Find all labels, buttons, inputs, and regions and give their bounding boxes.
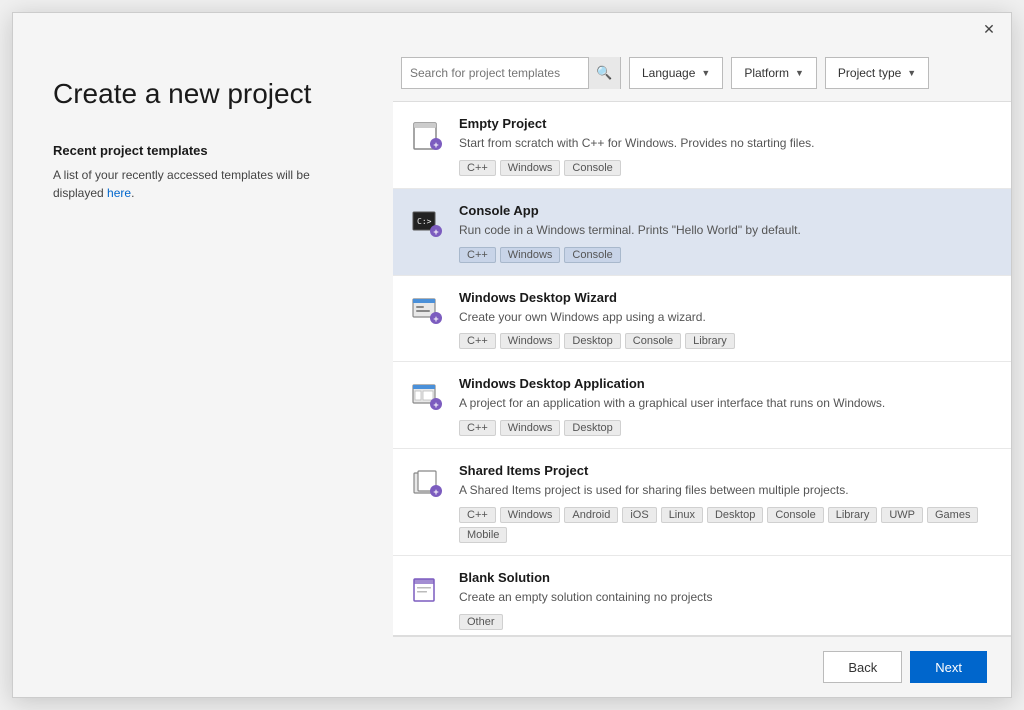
- template-desc: Create your own Windows app using a wiza…: [459, 309, 995, 326]
- template-desc: Start from scratch with C++ for Windows.…: [459, 135, 995, 152]
- template-item[interactable]: + Shared Items Project A Shared Items pro…: [393, 449, 1011, 556]
- tag: Linux: [661, 507, 703, 523]
- recent-desc: A list of your recently accessed templat…: [53, 166, 361, 202]
- template-desc: A project for an application with a grap…: [459, 395, 995, 412]
- tag: C++: [459, 247, 496, 263]
- svg-text:+: +: [433, 487, 438, 497]
- tag: Android: [564, 507, 618, 523]
- search-icon: 🔍: [596, 65, 612, 81]
- template-info: Windows Desktop Wizard Create your own Wi…: [459, 290, 995, 350]
- tag: C++: [459, 160, 496, 176]
- tag: Desktop: [564, 420, 620, 436]
- template-item[interactable]: + Windows Desktop Application A project f…: [393, 362, 1011, 449]
- template-name: Shared Items Project: [459, 463, 995, 478]
- template-desc: Create an empty solution containing no p…: [459, 589, 995, 606]
- main-window: ✕ Create a new project Recent project te…: [12, 12, 1012, 698]
- tag: Windows: [500, 507, 561, 523]
- tag: Console: [564, 247, 620, 263]
- footer: Back Next: [393, 636, 1011, 697]
- platform-label: Platform: [744, 66, 789, 80]
- tag: Console: [767, 507, 823, 523]
- tag: Library: [828, 507, 878, 523]
- language-chevron-icon: ▼: [701, 68, 710, 78]
- template-item[interactable]: + Empty Project Start from scratch with C…: [393, 102, 1011, 189]
- template-name: Windows Desktop Wizard: [459, 290, 995, 305]
- template-tags: C++WindowsConsole: [459, 247, 995, 263]
- template-icon: +: [409, 292, 445, 328]
- template-icon: [409, 572, 445, 608]
- template-name: Blank Solution: [459, 570, 995, 585]
- template-item[interactable]: C:> + Console App Run code in a Windows t…: [393, 189, 1011, 276]
- template-icon: +: [409, 465, 445, 501]
- language-label: Language: [642, 66, 695, 80]
- recent-heading: Recent project templates: [53, 143, 361, 158]
- template-tags: Other: [459, 614, 995, 630]
- template-tags: C++WindowsAndroidiOS LinuxDesktopConsole L…: [459, 507, 995, 543]
- left-panel: Create a new project Recent project temp…: [13, 45, 393, 697]
- tag: Other: [459, 614, 503, 630]
- title-bar: ✕: [13, 13, 1011, 45]
- template-info: Blank Solution Create an empty solution c…: [459, 570, 995, 630]
- svg-text:+: +: [433, 314, 438, 324]
- tag: Desktop: [564, 333, 620, 349]
- project-type-chevron-icon: ▼: [907, 68, 916, 78]
- project-type-label: Project type: [838, 66, 901, 80]
- close-button[interactable]: ✕: [975, 15, 1003, 43]
- template-icon: +: [409, 378, 445, 414]
- platform-chevron-icon: ▼: [795, 68, 804, 78]
- platform-dropdown[interactable]: Platform ▼: [731, 57, 817, 89]
- svg-text:+: +: [433, 140, 438, 150]
- templates-list: + Empty Project Start from scratch with C…: [393, 101, 1011, 636]
- tag: Windows: [500, 247, 561, 263]
- tag: Games: [927, 507, 978, 523]
- tag: Windows: [500, 160, 561, 176]
- back-button[interactable]: Back: [823, 651, 902, 683]
- tag: C++: [459, 333, 496, 349]
- recent-desc-post: .: [131, 186, 134, 200]
- tag: UWP: [881, 507, 923, 523]
- search-input[interactable]: [402, 58, 588, 88]
- template-tags: C++WindowsDesktop ConsoleLibrary: [459, 333, 995, 349]
- template-item[interactable]: + Windows Desktop Wizard Create your own …: [393, 276, 1011, 363]
- toolbar: 🔍 Language ▼ Platform ▼ Project type ▼: [393, 45, 1011, 101]
- recent-desc-text: A list of your recently accessed templat…: [53, 168, 310, 200]
- tag: Mobile: [459, 527, 507, 543]
- template-name: Empty Project: [459, 116, 995, 131]
- recent-desc-link[interactable]: here: [107, 186, 131, 200]
- template-tags: C++WindowsDesktop: [459, 420, 995, 436]
- content-area: Create a new project Recent project temp…: [13, 45, 1011, 697]
- tag: Windows: [500, 333, 561, 349]
- template-desc: Run code in a Windows terminal. Prints "…: [459, 222, 995, 239]
- tag: C++: [459, 420, 496, 436]
- next-button[interactable]: Next: [910, 651, 987, 683]
- template-icon: +: [409, 118, 445, 154]
- svg-text:+: +: [433, 227, 438, 237]
- template-info: Console App Run code in a Windows termina…: [459, 203, 995, 263]
- language-dropdown[interactable]: Language ▼: [629, 57, 723, 89]
- template-info: Shared Items Project A Shared Items proje…: [459, 463, 995, 543]
- tag: Console: [564, 160, 620, 176]
- tag: Windows: [500, 420, 561, 436]
- template-name: Windows Desktop Application: [459, 376, 995, 391]
- project-type-dropdown[interactable]: Project type ▼: [825, 57, 929, 89]
- template-info: Empty Project Start from scratch with C++…: [459, 116, 995, 176]
- template-item[interactable]: Blank Solution Create an empty solution c…: [393, 556, 1011, 636]
- search-button[interactable]: 🔍: [588, 57, 620, 89]
- tag: Desktop: [707, 507, 763, 523]
- tag: Library: [685, 333, 735, 349]
- template-icon: C:> +: [409, 205, 445, 241]
- tag: C++: [459, 507, 496, 523]
- template-desc: A Shared Items project is used for shari…: [459, 482, 995, 499]
- tag: iOS: [622, 507, 656, 523]
- svg-text:C:>: C:>: [417, 217, 432, 226]
- right-panel: 🔍 Language ▼ Platform ▼ Project type ▼: [393, 45, 1011, 697]
- template-tags: C++WindowsConsole: [459, 160, 995, 176]
- tag: Console: [625, 333, 681, 349]
- search-box: 🔍: [401, 57, 621, 89]
- page-title: Create a new project: [53, 77, 361, 111]
- svg-text:+: +: [433, 400, 438, 410]
- template-info: Windows Desktop Application A project for…: [459, 376, 995, 436]
- template-name: Console App: [459, 203, 995, 218]
